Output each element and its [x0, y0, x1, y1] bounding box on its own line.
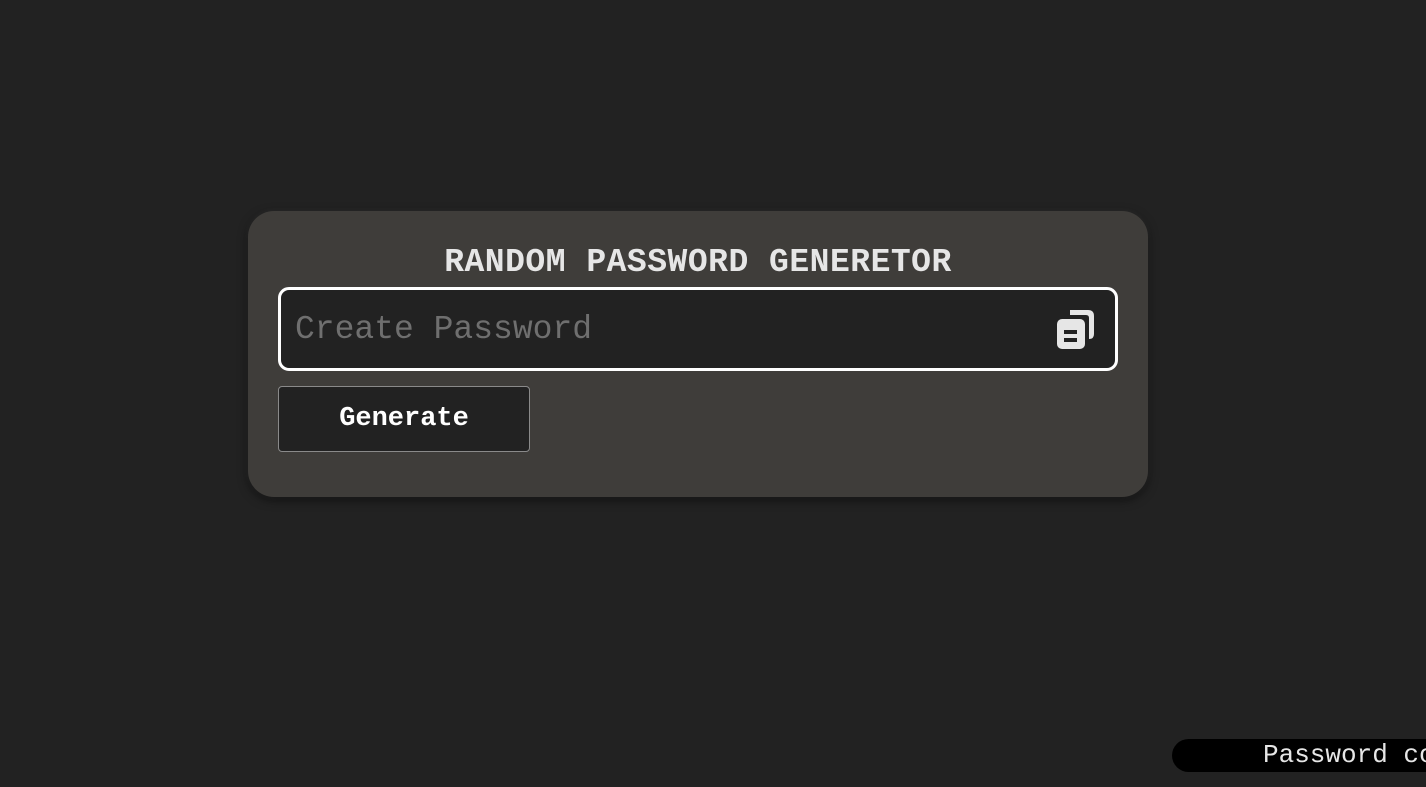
copied-toast: Password copied: [1172, 739, 1426, 772]
password-field-container: [278, 287, 1118, 371]
page-title: RANDOM PASSWORD GENERETOR: [444, 244, 952, 281]
password-input[interactable]: [295, 290, 1035, 368]
copy-icon: [1057, 310, 1094, 349]
password-generator-card: RANDOM PASSWORD GENERETOR Generate: [248, 211, 1148, 497]
copy-button[interactable]: [1053, 308, 1097, 352]
generate-button[interactable]: Generate: [278, 386, 530, 452]
